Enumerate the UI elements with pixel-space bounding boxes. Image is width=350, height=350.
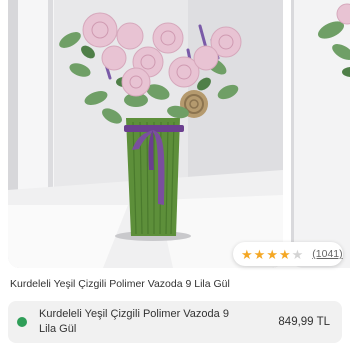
variant-option[interactable]: Kurdeleli Yeşil Çizgili Polimer Vazoda 9…	[8, 301, 342, 343]
star-full-icon: ★	[241, 246, 253, 262]
review-count-link[interactable]: (1041)	[312, 248, 342, 260]
product-title: Kurdeleli Yeşil Çizgili Polimer Vazoda 9…	[10, 278, 230, 290]
product-photo	[8, 0, 283, 268]
product-image-main[interactable]	[8, 0, 283, 268]
product-image-gallery[interactable]	[0, 0, 350, 268]
star-full-icon: ★	[266, 246, 278, 262]
star-full-icon: ★	[278, 246, 291, 262]
variant-status-dot	[17, 317, 27, 327]
variant-name: Kurdeleli Yeşil Çizgili Polimer Vazoda 9…	[39, 308, 229, 335]
variant-price: 849,99 TL	[278, 316, 330, 328]
product-image-next[interactable]	[291, 0, 350, 268]
product-photo-next	[291, 0, 350, 268]
star-empty-icon: ★	[291, 246, 304, 262]
rating-stars: ★ ★ ★ ★ ★	[241, 248, 303, 261]
rating-badge[interactable]: ★ ★ ★ ★ ★ (1041)	[233, 242, 343, 266]
star-full-icon: ★	[253, 246, 266, 262]
